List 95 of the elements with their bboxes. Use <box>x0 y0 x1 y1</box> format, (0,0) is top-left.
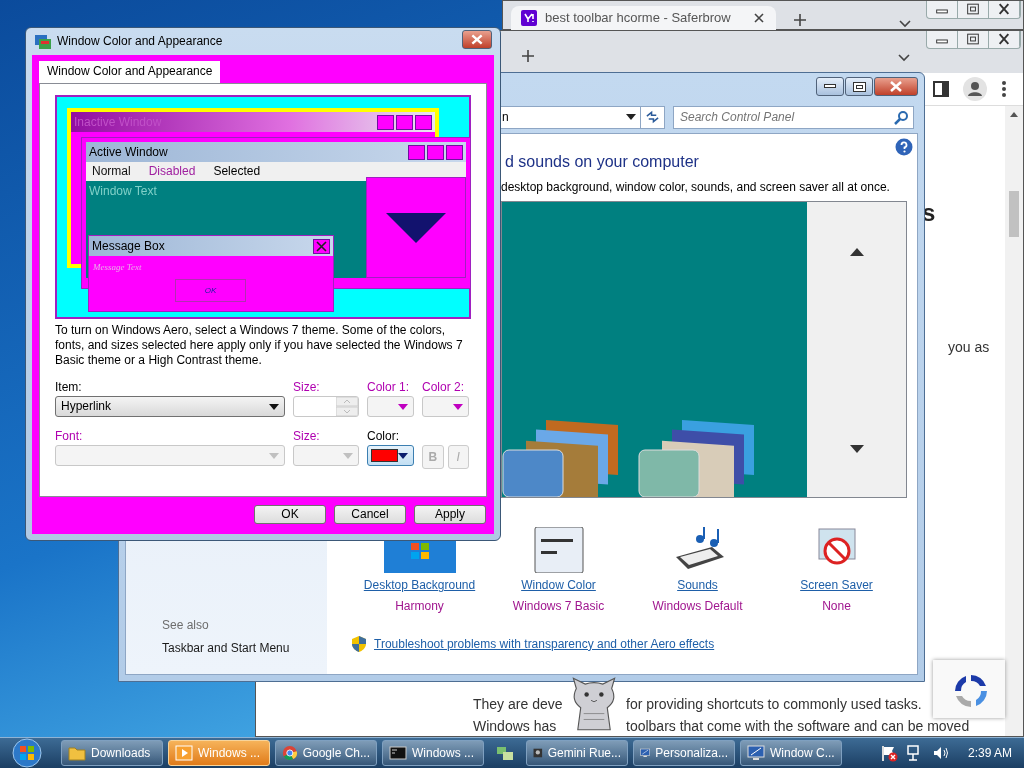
page-text: toolbars that come with the software and can be moved <box>626 718 970 736</box>
dropdown-caret-icon <box>626 114 636 120</box>
side-panel-icon[interactable] <box>933 81 949 97</box>
monitor-icon <box>747 744 765 762</box>
close-button[interactable] <box>462 30 492 49</box>
scroll-up-icon[interactable] <box>849 248 864 256</box>
close-icon <box>313 238 330 254</box>
profile-icon[interactable] <box>963 77 987 101</box>
window-title: Window Color and Appearance <box>57 34 224 49</box>
menu-item[interactable]: Normal <box>92 164 131 179</box>
console-icon <box>389 744 407 762</box>
setting-value: Harmony <box>395 599 444 614</box>
menu-icon[interactable] <box>1001 80 1007 98</box>
dialog-button[interactable]: Cancel <box>334 505 406 524</box>
preview-window-title: Active Window <box>89 144 168 160</box>
setting-link[interactable]: Window Color <box>521 578 596 593</box>
dropdown[interactable]: Hyperlink <box>55 396 285 417</box>
minimize-icon <box>824 84 836 89</box>
menu-item[interactable]: Selected <box>213 164 261 179</box>
new-tab-icon[interactable] <box>793 13 807 27</box>
dropdown-caret-icon <box>453 403 463 410</box>
chevron-down-icon[interactable] <box>898 19 912 29</box>
field-label: Item: <box>55 380 83 396</box>
taskbar-button[interactable]: Downloads <box>61 740 163 766</box>
search-icon[interactable] <box>894 110 908 125</box>
dialog-button[interactable]: OK <box>254 505 326 524</box>
field-label: Color 2: <box>422 380 466 396</box>
tab-title: best toolbar hcorme - Saferbrow <box>545 9 732 27</box>
info-text: To turn on Windows Aero, select a Windows 7 theme. Some of the colors, fonts, and sizes selected here apply only if you have selected the Windows 7 Basic theme or a High Contrast theme. <box>55 323 464 368</box>
maximize-icon <box>852 81 866 92</box>
troubleshoot-link[interactable]: Troubleshoot problems with transparency and other Aero effects <box>374 636 715 652</box>
dropdown-caret-icon <box>398 403 408 410</box>
field-label: Size: <box>293 380 321 396</box>
tab-close-icon[interactable] <box>752 11 766 25</box>
message-text: Message Text <box>92 261 143 274</box>
field-label: Color: <box>367 429 400 445</box>
scroll-down-icon[interactable] <box>849 445 864 453</box>
field-label: Size: <box>293 429 321 445</box>
minimize-button[interactable] <box>816 77 844 96</box>
maximize-button[interactable] <box>845 77 873 96</box>
setting-value: Windows Default <box>652 599 743 614</box>
shield-icon <box>352 636 366 652</box>
page-text: Windows has <box>473 718 557 736</box>
search-field[interactable]: Search Control Panel <box>673 105 914 129</box>
scrollbar[interactable] <box>1005 106 1023 736</box>
recaptcha-badge[interactable] <box>933 660 1005 718</box>
chevron-down-icon[interactable] <box>897 53 911 63</box>
window-text: Window Text <box>88 183 158 200</box>
page-heading: d sounds on your computer <box>505 152 699 172</box>
preview-window-title: Message Box <box>92 238 165 254</box>
taskbar-button[interactable]: Personaliza... <box>633 740 735 766</box>
window-color-icon <box>35 34 51 49</box>
taskbar-button[interactable]: Window C... <box>740 740 842 766</box>
color-picker[interactable] <box>367 445 414 466</box>
scrollbar-thumb[interactable] <box>1009 191 1019 237</box>
menu-item[interactable]: Disabled <box>148 164 196 179</box>
refresh-button[interactable] <box>640 105 665 129</box>
setting-link[interactable]: Screen Saver <box>800 578 873 593</box>
media-icon <box>175 744 193 762</box>
browser-tab[interactable]: best toolbar hcorme - Saferbrow <box>511 6 776 30</box>
page-text: They are deve <box>473 696 563 714</box>
close-button[interactable] <box>874 77 918 96</box>
taskbar-button[interactable]: Gemini Rue... <box>526 740 628 766</box>
dialog-button[interactable]: Apply <box>414 505 486 524</box>
section-heading: See also <box>162 618 210 633</box>
window-buttons-drawing <box>408 144 463 160</box>
folder-icon <box>68 744 86 762</box>
clock[interactable]: 2:39 AM <box>967 745 1012 761</box>
field-label: Color 1: <box>367 380 411 396</box>
dropdown-caret-icon <box>343 452 353 459</box>
site-favicon-icon <box>521 10 537 26</box>
field-label: Font: <box>55 429 84 445</box>
refresh-icon <box>645 110 660 124</box>
setting-value: None <box>822 599 851 614</box>
browser-icon <box>282 744 298 762</box>
close-icon <box>890 81 902 92</box>
taskbar-button[interactable]: Windows ... <box>382 740 484 766</box>
setting-value: Windows 7 Basic <box>512 599 605 614</box>
help-icon[interactable] <box>895 138 913 156</box>
flag-icon[interactable] <box>879 744 898 762</box>
page-text: you as <box>948 339 990 357</box>
scroll-down-icon <box>386 212 446 243</box>
setting-link[interactable]: Sounds <box>677 578 718 593</box>
dropdown-caret-icon <box>398 452 408 459</box>
theme-list[interactable] <box>502 202 807 497</box>
new-tab-icon[interactable] <box>521 49 535 63</box>
page-text: for providing shortcuts to commonly used tasks. <box>626 696 922 714</box>
dropdown-caret-icon <box>269 403 279 410</box>
sidebar-link[interactable]: Taskbar and Start Menu <box>162 641 327 656</box>
description-text: desktop background, window color, sounds, and screen saver all at once. <box>501 180 891 195</box>
taskbar-button[interactable]: Google Ch... <box>275 740 377 766</box>
tab[interactable]: Window Color and Appearance <box>39 61 221 83</box>
setting-link[interactable]: Desktop Background <box>363 578 476 593</box>
dropdown-caret-icon <box>269 452 279 459</box>
window-buttons-drawing <box>377 114 432 130</box>
